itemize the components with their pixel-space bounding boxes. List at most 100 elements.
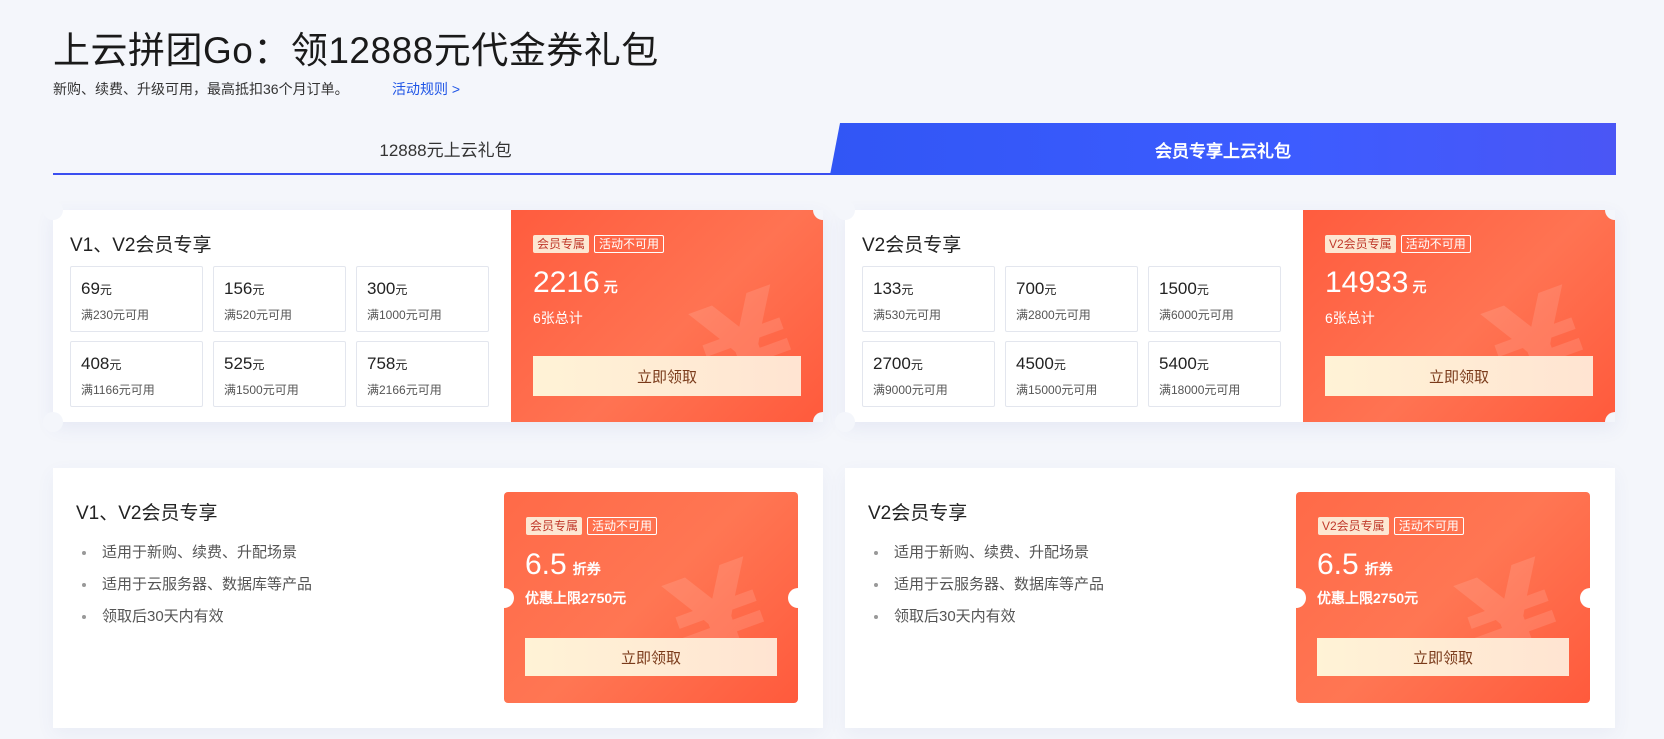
package-coupons-panel: V1、V2会员专享 69元 满230元可用 156元 满520元可用 300元 … (53, 210, 511, 422)
coupon-amount: 700 (1016, 279, 1045, 298)
list-item: 适用于新购、续费、升配场景 (874, 537, 1104, 569)
coupon-condition: 满2800元可用 (1016, 308, 1091, 322)
ticket-notch (1296, 588, 1306, 608)
discount-limit: 优惠上限2750元 (1317, 590, 1419, 606)
coupon-grid: 69元 满230元可用 156元 满520元可用 300元 满1000元可用 4… (70, 266, 489, 407)
activity-unavailable-badge: 活动不可用 (1400, 235, 1471, 253)
package-total: 2216 元 (533, 266, 618, 300)
coupon-amount: 758 (367, 354, 396, 373)
list-item: 领取后30天内有效 (82, 601, 312, 633)
member-exclusive-badge: 会员专属 (526, 517, 583, 535)
total-note: 6张总计 (1325, 310, 1375, 326)
coupon-condition: 满1500元可用 (224, 383, 299, 397)
coupon-unit: 元 (1044, 283, 1057, 297)
coupon-item: 758元 满2166元可用 (356, 341, 489, 407)
coupon-condition: 满1000元可用 (367, 308, 442, 322)
coupon-amount: 1500 (1159, 279, 1197, 298)
discount-rate-unit: 折券 (572, 561, 601, 577)
claim-button[interactable]: 立即领取 (1317, 638, 1569, 676)
ticket-notch (813, 412, 823, 422)
discount-rate: 6.5 折券 (525, 548, 601, 582)
coupon-unit: 元 (395, 283, 408, 297)
bullet-icon (82, 583, 86, 587)
activity-rules-link[interactable]: 活动规则 > (392, 79, 460, 99)
coupon-unit: 元 (1196, 358, 1209, 372)
coupon-unit: 元 (1196, 283, 1209, 297)
yen-icon: ¥ (650, 531, 788, 703)
bullet-icon (82, 551, 86, 555)
list-item: 领取后30天内有效 (874, 601, 1104, 633)
total-amount: 14933 (1325, 266, 1409, 299)
coupon-grid: 133元 满530元可用 700元 满2800元可用 1500元 满6000元可… (862, 266, 1281, 407)
coupon-condition: 满530元可用 (873, 308, 942, 322)
bullet-icon (874, 583, 878, 587)
coupon-item: 525元 满1500元可用 (213, 341, 346, 407)
coupon-item: 4500元 满15000元可用 (1005, 341, 1138, 407)
discount-rate-unit: 折券 (1364, 561, 1393, 577)
list-item: 适用于云服务器、数据库等产品 (82, 569, 312, 601)
claim-button[interactable]: 立即领取 (533, 356, 801, 396)
list-item: 适用于云服务器、数据库等产品 (874, 569, 1104, 601)
coupon-condition: 满230元可用 (81, 308, 150, 322)
discount-rate-value: 6.5 (525, 548, 567, 581)
member-exclusive-badge: 会员专属 (533, 235, 590, 253)
ticket-notch (835, 200, 855, 220)
tab-12888-package[interactable]: 12888元上云礼包 (53, 123, 838, 175)
claim-button[interactable]: 立即领取 (1325, 356, 1593, 396)
feature-list: 适用于新购、续费、升配场景 适用于云服务器、数据库等产品 领取后30天内有效 (874, 537, 1104, 633)
total-amount: 2216 (533, 266, 600, 299)
package-card-v1-v2: V1、V2会员专享 69元 满230元可用 156元 满520元可用 300元 … (43, 200, 823, 432)
feature-text: 适用于云服务器、数据库等产品 (102, 576, 313, 593)
coupon-condition: 满9000元可用 (873, 383, 948, 397)
coupon-condition: 满520元可用 (224, 308, 293, 322)
coupon-condition: 满6000元可用 (1159, 308, 1234, 322)
bullet-icon (874, 615, 878, 619)
coupon-condition: 满15000元可用 (1016, 383, 1098, 397)
package-coupons-panel: V2会员专享 133元 满530元可用 700元 满2800元可用 1500元 … (845, 210, 1303, 422)
ticket-notch (788, 588, 798, 608)
discount-title: V1、V2会员专享 (76, 503, 218, 524)
activity-unavailable-badge: 活动不可用 (594, 235, 665, 253)
coupon-amount: 408 (81, 354, 110, 373)
ticket-notch (504, 588, 514, 608)
coupon-item: 156元 满520元可用 (213, 266, 346, 332)
coupon-amount: 2700 (873, 354, 911, 373)
coupon-condition: 满18000元可用 (1159, 383, 1241, 397)
activity-unavailable-badge: 活动不可用 (1393, 517, 1464, 535)
member-exclusive-badge: V2会员专属 (1318, 517, 1389, 535)
badge-row: V2会员专属 活动不可用 (1318, 517, 1464, 535)
package-title: V2会员专享 (862, 235, 962, 256)
coupon-unit: 元 (109, 358, 122, 372)
discount-coupon: ¥ 会员专属 活动不可用 6.5 折券 优惠上限2750元 立即领取 (504, 492, 798, 703)
coupon-unit: 元 (1053, 358, 1066, 372)
discount-card-v1-v2: V1、V2会员专享 适用于新购、续费、升配场景 适用于云服务器、数据库等产品 领… (53, 468, 823, 728)
coupon-unit: 元 (901, 283, 914, 297)
feature-text: 适用于新购、续费、升配场景 (894, 544, 1090, 561)
ticket-notch (1605, 412, 1615, 422)
feature-list: 适用于新购、续费、升配场景 适用于云服务器、数据库等产品 领取后30天内有效 (82, 537, 312, 633)
tab-member-package[interactable]: 会员专享上云礼包 (830, 123, 1616, 175)
coupon-item: 5400元 满18000元可用 (1148, 341, 1281, 407)
discount-rate-value: 6.5 (1317, 548, 1359, 581)
coupon-condition: 满2166元可用 (367, 383, 442, 397)
claim-button[interactable]: 立即领取 (525, 638, 777, 676)
coupon-amount: 5400 (1159, 354, 1197, 373)
package-card-v2: V2会员专享 133元 满530元可用 700元 满2800元可用 1500元 … (835, 200, 1615, 432)
badge-row: 会员专属 活动不可用 (526, 517, 658, 535)
yen-icon: ¥ (1469, 259, 1607, 422)
feature-text: 适用于云服务器、数据库等产品 (894, 576, 1105, 593)
total-note: 6张总计 (533, 310, 583, 326)
activity-unavailable-badge: 活动不可用 (587, 517, 658, 535)
coupon-amount: 525 (224, 354, 253, 373)
coupon-unit: 元 (99, 283, 112, 297)
coupon-item: 300元 满1000元可用 (356, 266, 489, 332)
badge-row: 会员专属 活动不可用 (533, 235, 665, 253)
feature-text: 领取后30天内有效 (894, 608, 1016, 625)
package-summary-panel: ¥ 会员专属 活动不可用 2216 元 6张总计 立即领取 (511, 210, 823, 422)
tab-bar: 12888元上云礼包 会员专享上云礼包 (53, 123, 1616, 175)
coupon-amount: 69 (81, 279, 100, 298)
ticket-notch (835, 412, 855, 432)
bullet-icon (874, 551, 878, 555)
yen-icon: ¥ (1442, 531, 1580, 703)
package-total: 14933 元 (1325, 266, 1426, 300)
